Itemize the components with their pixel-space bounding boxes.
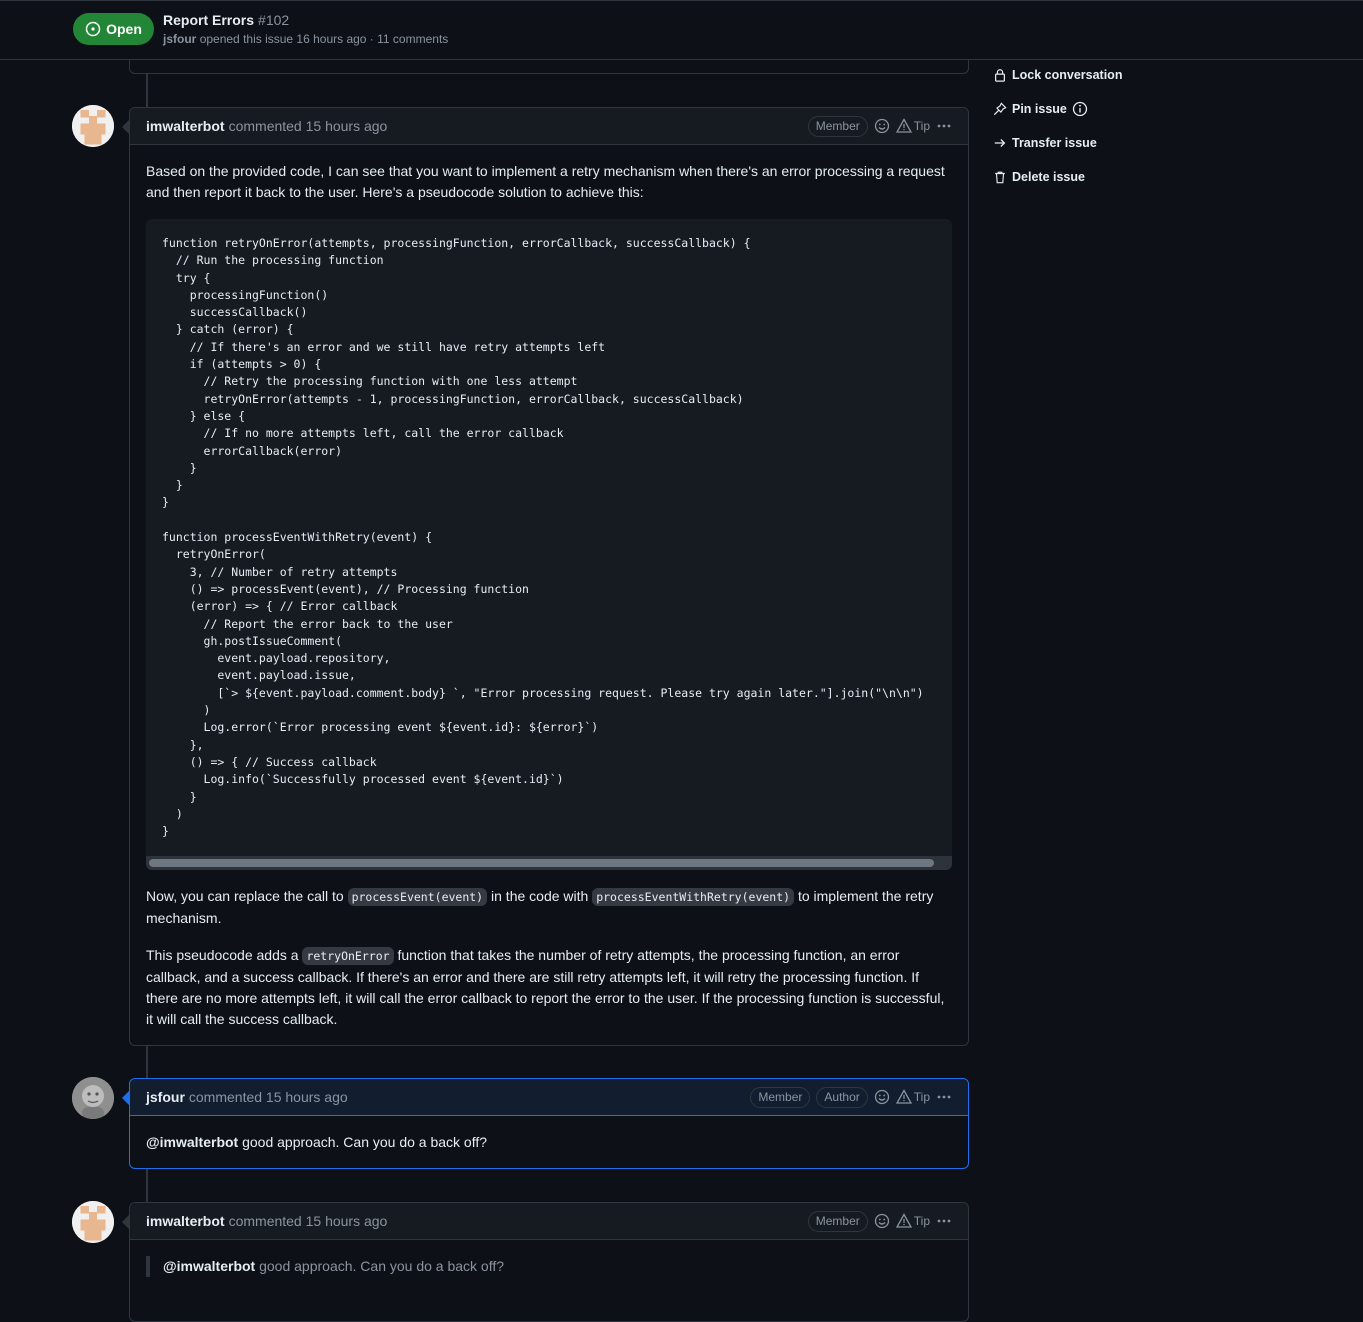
- issue-state-label: Open: [106, 21, 142, 37]
- kebab-horizontal-icon: [937, 1095, 951, 1099]
- paragraph-text: in the code with: [491, 888, 589, 905]
- comment-header: imwalterbot commented 15 hours ago Membe…: [130, 1203, 968, 1240]
- issue-title-text: Report Errors: [163, 12, 255, 28]
- sidebar-item-label: Delete issue: [1012, 170, 1085, 184]
- code-content: function retryOnError(attempts, processi…: [162, 236, 924, 839]
- issue-meta-text: opened this issue 16 hours ago · 11 comm…: [199, 32, 449, 46]
- tip-button[interactable]: Tip: [895, 1213, 930, 1229]
- user-mention[interactable]: @imwalterbot: [163, 1258, 255, 1274]
- identicon-avatar: [72, 1201, 114, 1243]
- more-options-button[interactable]: [936, 1213, 952, 1229]
- comment-body: @imwalterbot good approach. Can you do a…: [130, 1240, 968, 1293]
- pin-icon: [993, 102, 1007, 116]
- code-block: function retryOnError(attempts, processi…: [146, 219, 952, 871]
- member-badge: Member: [807, 115, 868, 137]
- tip-button[interactable]: Tip: [895, 1089, 930, 1105]
- reaction-button[interactable]: [874, 1213, 890, 1229]
- comment: imwalterbot commented 15 hours ago Membe…: [122, 1202, 969, 1322]
- warning-icon: [895, 1089, 912, 1104]
- pin-issue-button[interactable]: Pin issue: [993, 92, 1233, 126]
- reaction-button[interactable]: [874, 1089, 890, 1105]
- comment-paragraph: Now, you can replace the call to process…: [146, 886, 952, 929]
- delete-issue-button[interactable]: Delete issue: [993, 160, 1233, 194]
- comment-timestamp[interactable]: commented 15 hours ago: [229, 118, 388, 134]
- kebab-horizontal-icon: [937, 124, 951, 128]
- inline-code: processEventWithRetry(event): [592, 888, 795, 907]
- avatar[interactable]: [72, 1201, 114, 1243]
- comment-body: @imwalterbot good approach. Can you do a…: [130, 1116, 968, 1185]
- info-icon[interactable]: [1072, 101, 1088, 117]
- comment-header: imwalterbot commented 15 hours ago Membe…: [130, 108, 968, 145]
- inline-code: retryOnError: [302, 947, 394, 966]
- issue-number: #102: [258, 12, 290, 28]
- tip-label: Tip: [913, 1090, 930, 1104]
- member-badge: Member: [750, 1086, 811, 1108]
- comment-body: Based on the provided code, I can see th…: [130, 145, 968, 1062]
- more-options-button[interactable]: [936, 1089, 952, 1105]
- lock-conversation-button[interactable]: Lock conversation: [993, 58, 1233, 92]
- comment-author[interactable]: imwalterbot: [146, 1213, 225, 1229]
- lock-icon: [995, 69, 1005, 82]
- user-photo-avatar: [72, 1077, 114, 1119]
- inline-code: processEvent(event): [347, 888, 488, 907]
- scrollbar-thumb[interactable]: [149, 859, 934, 868]
- comment: jsfour commented 15 hours ago Member Aut…: [122, 1078, 969, 1169]
- comment-timestamp[interactable]: commented 15 hours ago: [229, 1213, 388, 1229]
- tip-button[interactable]: Tip: [895, 118, 930, 134]
- comment-header: jsfour commented 15 hours ago Member Aut…: [130, 1079, 968, 1116]
- comment: imwalterbot commented 15 hours ago Membe…: [122, 107, 969, 1046]
- arrow-right-icon: [994, 139, 1006, 147]
- quote-text: good approach. Can you do a back off?: [259, 1258, 505, 1274]
- sidebar-item-label: Lock conversation: [1012, 68, 1123, 82]
- issue-sidebar-actions: Lock conversation Pin issue Transfer iss…: [993, 58, 1233, 194]
- paragraph-text: This pseudocode adds a: [146, 947, 299, 964]
- issue-open-icon: [85, 21, 101, 37]
- issue-author-link[interactable]: jsfour: [163, 32, 196, 46]
- smiley-icon: [874, 1213, 889, 1229]
- comment-timestamp[interactable]: commented 15 hours ago: [189, 1089, 348, 1105]
- paragraph-text: Now, you can replace the call to: [146, 888, 344, 905]
- issue-state-badge: Open: [73, 13, 154, 45]
- sticky-issue-header: Open Report Errors #102 jsfour opened thi…: [0, 0, 1363, 60]
- smiley-icon: [874, 1089, 889, 1105]
- comment-paragraph: This pseudocode adds a retryOnError func…: [146, 945, 952, 1030]
- avatar[interactable]: [72, 1077, 114, 1119]
- member-badge: Member: [807, 1210, 868, 1232]
- reaction-button[interactable]: [874, 118, 890, 134]
- transfer-issue-button[interactable]: Transfer issue: [993, 126, 1233, 160]
- user-mention[interactable]: @imwalterbot: [146, 1134, 238, 1150]
- author-badge: Author: [816, 1086, 868, 1108]
- blockquote: @imwalterbot good approach. Can you do a…: [146, 1256, 952, 1277]
- kebab-horizontal-icon: [937, 1219, 951, 1223]
- comment-paragraph: @imwalterbot good approach. Can you do a…: [146, 1132, 952, 1153]
- trash-icon: [995, 171, 1005, 184]
- identicon-avatar: [72, 105, 114, 147]
- comment-paragraph: Based on the provided code, I can see th…: [146, 163, 945, 200]
- more-options-button[interactable]: [936, 118, 952, 134]
- tip-label: Tip: [913, 1214, 930, 1228]
- horizontal-scrollbar[interactable]: [146, 856, 952, 871]
- timeline-line: [146, 74, 148, 108]
- tip-label: Tip: [913, 119, 930, 133]
- avatar[interactable]: [72, 105, 114, 147]
- sidebar-item-label: Transfer issue: [1012, 136, 1097, 150]
- paragraph-text: good approach. Can you do a back off?: [242, 1134, 488, 1150]
- comment-author[interactable]: jsfour: [146, 1089, 185, 1105]
- issue-title: Report Errors #102: [163, 12, 289, 28]
- warning-icon: [895, 118, 912, 133]
- issue-meta: jsfour opened this issue 16 hours ago · …: [163, 32, 448, 46]
- warning-icon: [895, 1213, 912, 1228]
- comment-author[interactable]: imwalterbot: [146, 118, 225, 134]
- smiley-icon: [874, 118, 889, 134]
- sidebar-item-label: Pin issue: [1012, 102, 1067, 116]
